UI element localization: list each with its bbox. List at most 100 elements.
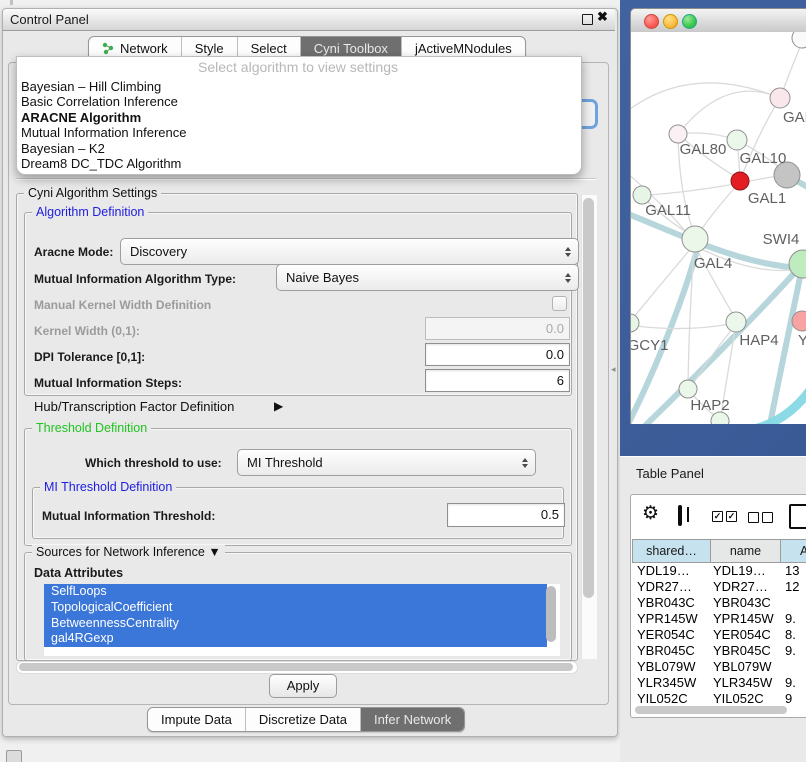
column-header-name[interactable]: name xyxy=(710,539,781,563)
network-window-titlebar[interactable] xyxy=(630,8,806,34)
cell: 9 xyxy=(785,691,792,704)
column-header-shared-name[interactable]: shared… xyxy=(632,539,711,563)
zoom-traffic-icon[interactable] xyxy=(682,14,697,29)
node-label: GAL1 xyxy=(748,190,786,207)
table-row[interactable]: YBR045CYBR045C9. xyxy=(632,643,806,659)
node-hap2[interactable] xyxy=(679,380,697,398)
mi-threshold-label: Mutual Information Threshold: xyxy=(42,509,215,523)
split-columns-icon[interactable] xyxy=(678,505,682,526)
node-top[interactable] xyxy=(792,32,806,48)
apply-button[interactable]: Apply xyxy=(269,674,337,698)
close-traffic-icon[interactable] xyxy=(644,14,659,29)
algorithm-item[interactable]: Bayesian – K2 xyxy=(21,141,186,156)
node-gal1[interactable] xyxy=(731,172,749,190)
cell: YER054C xyxy=(637,627,695,643)
table-row[interactable]: YLR345WYLR345W9. xyxy=(632,675,806,691)
export-table-icon[interactable] xyxy=(789,504,806,529)
algorithm-item[interactable]: Dream8 DC_TDC Algorithm xyxy=(21,156,186,171)
cell: YER054C xyxy=(713,627,771,643)
node-gcy1[interactable] xyxy=(631,314,639,332)
tab-infer-network[interactable]: Infer Network xyxy=(360,708,464,731)
table-panel: ⚙ ✓ ✓ shared… name A YDL19…YDL19…13YDR27… xyxy=(630,494,806,718)
select-all-icon[interactable]: ✓ xyxy=(726,511,737,522)
collapse-arrow-icon[interactable]: ▼ xyxy=(208,545,220,559)
network-graph: GALGAL80GAL10GAL1GAL11GAL4SWI4GCY1HAP4YH… xyxy=(631,32,806,424)
spinner-arrows-icon xyxy=(565,247,571,257)
table-row[interactable]: YIL052CYIL052C9 xyxy=(632,691,806,704)
kernel-width-input[interactable]: 0.0 xyxy=(425,317,570,340)
table-panel-title: Table Panel xyxy=(636,466,704,481)
dpi-tolerance-input[interactable]: 0.0 xyxy=(425,343,570,366)
algorithm-item[interactable]: ARACNE Algorithm xyxy=(21,110,186,125)
cell: YDL19… xyxy=(713,563,766,579)
table-hscrollbar-thumb[interactable] xyxy=(635,706,787,714)
attribute-item[interactable]: gal4RGexp xyxy=(44,631,547,647)
node-label: GAL xyxy=(783,109,806,126)
table-row[interactable]: YER054CYER054C8. xyxy=(632,627,806,643)
cell: YBR043C xyxy=(637,595,695,611)
close-icon[interactable]: ✖ xyxy=(597,9,608,25)
algorithm-item[interactable]: Basic Correlation Inference xyxy=(21,94,186,109)
minimized-window-icon[interactable] xyxy=(6,750,22,762)
cell: YBL079W xyxy=(713,659,772,675)
expand-arrow-icon[interactable]: ▶ xyxy=(274,399,283,413)
table-row[interactable]: YPR145WYPR145W9. xyxy=(632,611,806,627)
settings-vscrollbar-thumb[interactable] xyxy=(583,198,594,598)
list-scrollbar-thumb[interactable] xyxy=(546,586,556,642)
table-row[interactable]: YDR27…YDR27…12 xyxy=(632,579,806,595)
table-row[interactable]: YDL19…YDL19…13 xyxy=(632,563,806,579)
attribute-item[interactable]: BetweennessCentrality xyxy=(44,616,547,632)
window-title: Control Panel xyxy=(10,10,89,30)
node-label: GAL4 xyxy=(694,255,732,272)
node-label: SWI4 xyxy=(763,231,800,248)
attribute-item[interactable]: SelfLoops xyxy=(44,584,547,600)
algorithm-popup-list: Bayesian – Hill ClimbingBasic Correlatio… xyxy=(21,79,186,171)
mi-threshold-input[interactable]: 0.5 xyxy=(447,503,565,527)
node-gal4[interactable] xyxy=(682,226,708,252)
algorithm-item[interactable]: Mutual Information Inference xyxy=(21,125,186,140)
tab-impute-data[interactable]: Impute Data xyxy=(148,708,245,731)
sources-group-title: Sources for Network Inference ▼ xyxy=(32,545,225,559)
cell: 9. xyxy=(785,675,796,691)
deselect-all-icon[interactable] xyxy=(762,512,773,523)
float-window-icon[interactable] xyxy=(582,14,593,25)
node-label: HAP4 xyxy=(739,332,778,349)
aracne-mode-label: Aracne Mode: xyxy=(34,245,113,259)
aracne-mode-value: Discovery xyxy=(130,244,187,259)
minimize-traffic-icon[interactable] xyxy=(663,14,678,29)
control-panel-titlebar[interactable] xyxy=(3,9,615,31)
node-label: GAL10 xyxy=(740,150,787,167)
deselect-all-icon[interactable] xyxy=(748,512,759,523)
which-threshold-combo[interactable]: MI Threshold xyxy=(237,449,536,476)
manual-kernel-checkbox[interactable] xyxy=(552,296,567,311)
table-row[interactable]: YBR043C YBR043C xyxy=(632,595,806,611)
algorithm-item[interactable]: Bayesian – Hill Climbing xyxy=(21,79,186,94)
node-pink-top[interactable] xyxy=(770,88,790,108)
node-gal10[interactable] xyxy=(727,130,747,150)
tab-discretize-data[interactable]: Discretize Data xyxy=(245,708,360,731)
cell: 9. xyxy=(785,611,796,627)
aracne-mode-combo[interactable]: Discovery xyxy=(120,238,579,265)
table-rows: YDL19…YDL19…13YDR27…YDR27…12YBR043CYBR04… xyxy=(632,563,806,704)
settings-hscrollbar-thumb[interactable] xyxy=(19,663,573,671)
data-attributes-label: Data Attributes xyxy=(34,566,123,580)
node-hap4[interactable] xyxy=(726,312,746,332)
settings-group-title: Cyni Algorithm Settings xyxy=(24,186,161,200)
splitpane-handle-icon[interactable]: ◂ xyxy=(611,364,616,375)
cell: YBL079W xyxy=(637,659,696,675)
gear-icon[interactable]: ⚙ xyxy=(642,504,659,523)
cell: YIL052C xyxy=(637,691,688,704)
mi-type-value: Naive Bayes xyxy=(286,270,359,285)
table-row[interactable]: YBL079W YBL079W xyxy=(632,659,806,675)
attribute-item[interactable]: TopologicalCoefficient xyxy=(44,600,547,616)
data-attributes-list: SelfLoopsTopologicalCoefficientBetweenne… xyxy=(44,584,560,656)
mi-type-combo[interactable]: Naive Bayes xyxy=(276,264,579,291)
column-header-partial[interactable]: A xyxy=(780,539,806,563)
node-label: GCY1 xyxy=(631,337,668,354)
network-view[interactable]: GALGAL80GAL10GAL1GAL11GAL4SWI4GCY1HAP4YH… xyxy=(630,32,806,424)
cell: YBR045C xyxy=(637,643,695,659)
mi-steps-input[interactable]: 6 xyxy=(425,369,570,392)
cell: YLR345W xyxy=(713,675,772,691)
select-all-icon[interactable]: ✓ xyxy=(712,511,723,522)
cell: YBR043C xyxy=(713,595,771,611)
